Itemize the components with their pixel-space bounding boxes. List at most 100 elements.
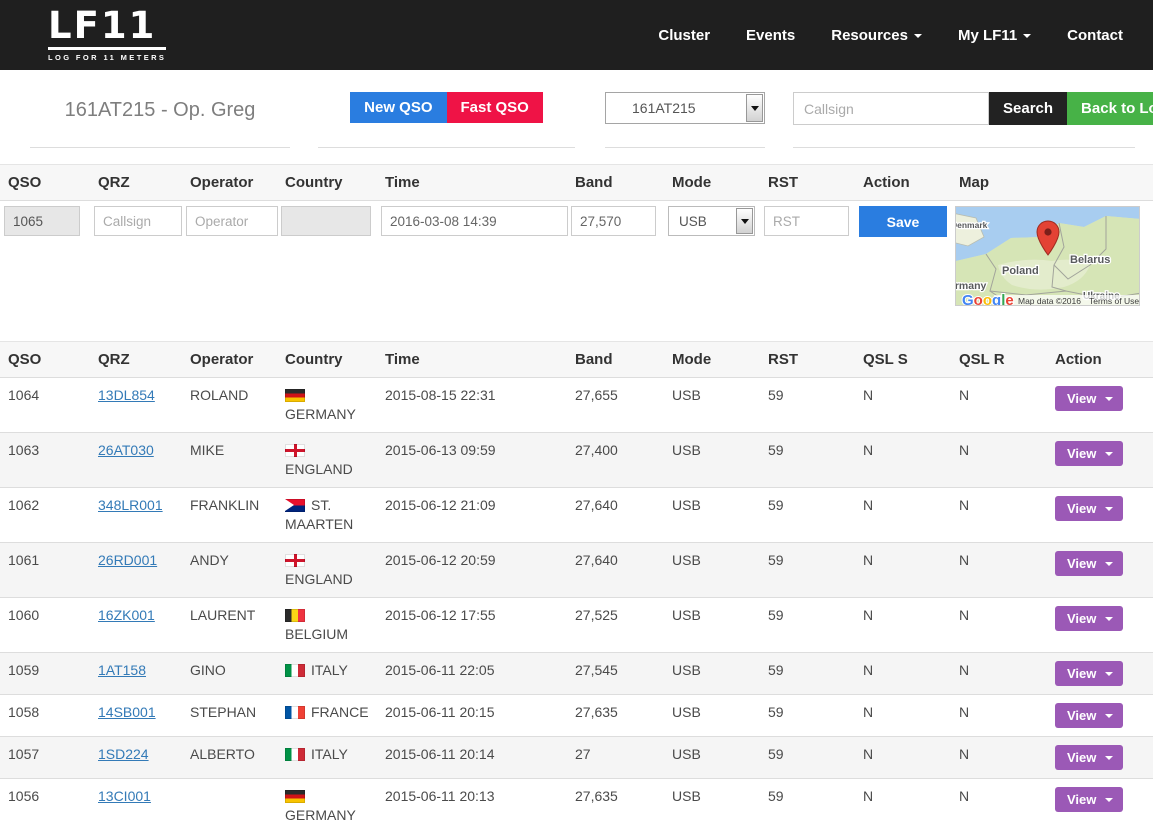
nav-item-contact[interactable]: Contact: [1067, 27, 1123, 44]
back-to-log-button[interactable]: Back to Log: [1067, 92, 1153, 125]
table-row: 1063 26AT030 MIKE ENGLAND 2015-06-13 09:…: [0, 433, 1153, 488]
time-cell: 2015-06-13 09:59: [377, 433, 567, 488]
form-header-action: Action: [855, 165, 951, 201]
qso-number-cell: 1062: [0, 488, 90, 543]
new-qso-button[interactable]: New QSO: [350, 92, 446, 123]
view-button[interactable]: View: [1055, 386, 1123, 411]
search-input[interactable]: [793, 92, 989, 125]
nav-item-cluster[interactable]: Cluster: [658, 27, 710, 44]
view-button[interactable]: View: [1055, 745, 1123, 770]
search-button[interactable]: Search: [989, 92, 1067, 125]
view-button[interactable]: View: [1055, 661, 1123, 686]
time-cell: 2015-06-11 20:15: [377, 695, 567, 737]
country-cell: ENGLAND: [277, 433, 377, 488]
view-button[interactable]: View: [1055, 441, 1123, 466]
rst-field[interactable]: [764, 206, 849, 236]
chevron-down-icon: [1105, 507, 1113, 511]
country-cell: GERMANY: [277, 779, 377, 824]
operator-cell: ROLAND: [182, 378, 277, 433]
time-cell: 2015-06-12 20:59: [377, 543, 567, 598]
nav-item-events[interactable]: Events: [746, 27, 795, 44]
operator-field[interactable]: [186, 206, 278, 236]
qrz-link[interactable]: 26RD001: [98, 552, 157, 568]
svg-text:ermany: ermany: [956, 280, 987, 292]
mode-cell: USB: [664, 543, 760, 598]
rst-cell: 59: [760, 737, 855, 779]
qrz-link[interactable]: 16ZK001: [98, 607, 155, 623]
rst-cell: 59: [760, 779, 855, 824]
form-header-band: Band: [567, 165, 664, 201]
band-field[interactable]: [571, 206, 656, 236]
country-flag-icon: [285, 444, 305, 457]
fast-qso-button[interactable]: Fast QSO: [447, 92, 543, 123]
google-map[interactable]: Denmark ermany Poland Belarus Ukraine Go…: [955, 206, 1140, 306]
operator-cell: MIKE: [182, 433, 277, 488]
log-select[interactable]: 161AT215: [605, 92, 765, 124]
col-header-qrz: QRZ: [90, 342, 182, 378]
form-header-qso: QSO: [0, 165, 90, 201]
save-button[interactable]: Save: [859, 206, 947, 237]
toolbar: 161AT215 - Op. Greg New QSO Fast QSO 161…: [0, 70, 1153, 148]
qrz-link[interactable]: 1SD224: [98, 746, 149, 762]
qsl-sent-cell: N: [855, 598, 951, 653]
log-select-value: 161AT215: [606, 100, 745, 116]
time-cell: 2015-06-12 21:09: [377, 488, 567, 543]
qrz-link[interactable]: 26AT030: [98, 442, 154, 458]
time-field[interactable]: [381, 206, 568, 236]
country-cell: ST. MAARTEN: [277, 488, 377, 543]
qso-number-cell: 1060: [0, 598, 90, 653]
qso-number-cell: 1059: [0, 653, 90, 695]
form-header-operator: Operator: [182, 165, 277, 201]
chevron-down-icon: [1105, 452, 1113, 456]
chevron-down-icon: [914, 34, 922, 38]
form-header-country: Country: [277, 165, 377, 201]
operator-cell: ALBERTO: [182, 737, 277, 779]
country-field: [281, 206, 371, 236]
mode-cell: USB: [664, 433, 760, 488]
country-flag-icon: [285, 706, 305, 719]
country-flag-icon: [285, 748, 305, 761]
form-header-qrz: QRZ: [90, 165, 182, 201]
view-button[interactable]: View: [1055, 606, 1123, 631]
table-row: 1061 26RD001 ANDY ENGLAND 2015-06-12 20:…: [0, 543, 1153, 598]
operator-cell: LAURENT: [182, 598, 277, 653]
qsl-sent-cell: N: [855, 488, 951, 543]
navbar: LF11 LOG FOR 11 METERS Cluster Events Re…: [0, 0, 1153, 70]
qrz-link[interactable]: 14SB001: [98, 704, 156, 720]
qsl-received-cell: N: [951, 543, 1047, 598]
time-cell: 2015-06-11 20:13: [377, 779, 567, 824]
qsl-received-cell: N: [951, 378, 1047, 433]
logo-title: LF11: [48, 8, 166, 43]
qrz-link[interactable]: 13CI001: [98, 788, 151, 804]
qrz-field[interactable]: [94, 206, 182, 236]
nav-item-my-lf11[interactable]: My LF11: [958, 27, 1031, 44]
qsl-received-cell: N: [951, 488, 1047, 543]
mode-select[interactable]: USB: [668, 206, 755, 236]
qrz-link[interactable]: 1AT158: [98, 662, 146, 678]
country-cell: FRANCE: [277, 695, 377, 737]
qso-number-field: [4, 206, 80, 236]
view-button[interactable]: View: [1055, 703, 1123, 728]
logo[interactable]: LF11 LOG FOR 11 METERS: [48, 8, 166, 61]
qrz-link[interactable]: 348LR001: [98, 497, 163, 513]
qsl-received-cell: N: [951, 695, 1047, 737]
chevron-down-icon: [1105, 798, 1113, 802]
nav-item-resources[interactable]: Resources: [831, 27, 922, 44]
mode-select-value: USB: [669, 212, 735, 231]
country-cell: BELGIUM: [277, 598, 377, 653]
view-button[interactable]: View: [1055, 787, 1123, 812]
time-cell: 2015-06-11 20:14: [377, 737, 567, 779]
chevron-down-icon: [1105, 672, 1113, 676]
qsl-received-cell: N: [951, 737, 1047, 779]
qrz-link[interactable]: 13DL854: [98, 387, 155, 403]
qso-number-cell: 1056: [0, 779, 90, 824]
view-button[interactable]: View: [1055, 551, 1123, 576]
view-button[interactable]: View: [1055, 496, 1123, 521]
country-flag-icon: [285, 499, 305, 512]
table-row: 1058 14SB001 STEPHAN FRANCE 2015-06-11 2…: [0, 695, 1153, 737]
search-column: Search Back to Log: [793, 92, 1135, 148]
country-cell: GERMANY: [277, 378, 377, 433]
col-header-mode: Mode: [664, 342, 760, 378]
time-cell: 2015-08-15 22:31: [377, 378, 567, 433]
col-header-band: Band: [567, 342, 664, 378]
